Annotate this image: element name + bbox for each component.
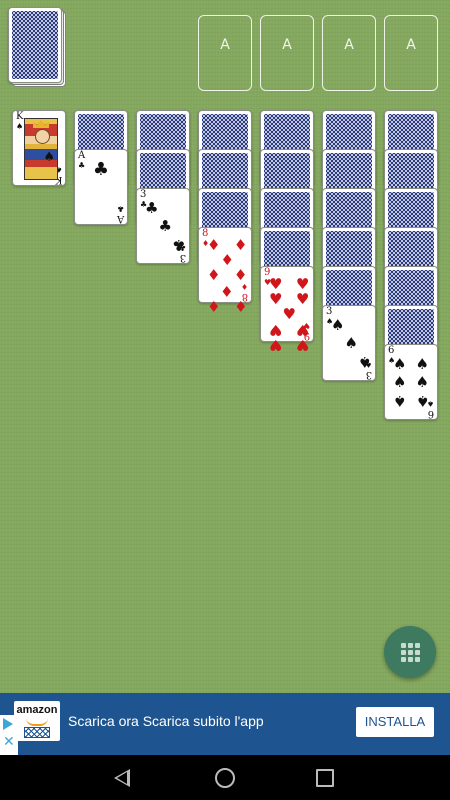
card-pips: ♣ ♣ ♣ xyxy=(145,198,186,254)
ad-close-icon: ✕ xyxy=(3,734,15,750)
adchoices-icon[interactable]: ✕ xyxy=(0,715,18,755)
stock-card-back[interactable] xyxy=(8,7,62,83)
card-pips: ♠ ♠ ♠ ♠ ♠ ♠ xyxy=(393,354,429,410)
install-button[interactable]: INSTALLA xyxy=(356,707,434,737)
card-pips: ♣ xyxy=(92,158,110,180)
foundation-4[interactable]: A xyxy=(384,15,438,91)
king-artwork: ♠ xyxy=(24,118,58,180)
card-A-black[interactable]: A ♣ A ♣ ♣ xyxy=(74,149,128,225)
foundation-1[interactable]: A xyxy=(198,15,252,91)
card-pips: ♦ ♦ ♦ ♦ ♦ ♦ ♦ ♦ xyxy=(207,236,248,316)
card-K-black[interactable]: K ♠ K ♠ ♠ xyxy=(12,110,66,186)
card-pips: ♠ ♠ ♠ xyxy=(331,315,372,371)
cart-icon xyxy=(24,727,50,738)
card-rank: A xyxy=(116,213,124,224)
foundation-3[interactable]: A xyxy=(322,15,376,91)
card-pips: ♥ ♥ ♥ ♥ ♥ ♥ ♥ ♥ ♥ xyxy=(269,275,310,355)
menu-button[interactable] xyxy=(384,626,436,678)
card-8-red[interactable]: 8 ♦ 8 ♦ ♦ ♦ ♦ ♦ ♦ ♦ ♦ ♦ xyxy=(198,227,252,316)
recents-icon[interactable] xyxy=(316,769,334,787)
home-icon[interactable] xyxy=(215,768,235,788)
card-3-black[interactable]: 3 ♣ 3 ♣ ♣ ♣ ♣ xyxy=(136,188,190,264)
system-nav-bar xyxy=(0,755,450,800)
card-suit: ♠ xyxy=(16,122,24,131)
stock-pile[interactable] xyxy=(8,7,66,87)
card-9-red[interactable]: 9 ♥ 9 ♥ ♥ ♥ ♥ ♥ ♥ ♥ ♥ ♥ ♥ xyxy=(260,266,314,355)
card-rank: K xyxy=(16,111,24,122)
back-icon[interactable] xyxy=(114,769,130,787)
card-3-black[interactable]: 3 ♠ 3 ♠ ♠ ♠ ♠ xyxy=(322,305,376,381)
foundation-2[interactable]: A xyxy=(260,15,314,91)
card-6-black[interactable]: 6 ♠ 6 ♠ ♠ ♠ ♠ ♠ ♠ ♠ xyxy=(384,344,438,420)
ad-banner[interactable]: amazon Scarica ora Scarica subito l'app … xyxy=(0,693,450,755)
amazon-logo: amazon xyxy=(14,701,60,741)
ad-text: Scarica ora Scarica subito l'app xyxy=(68,713,264,729)
game-table: A A A A K ♠ K ♠ ♠ A ♣ A ♣ ♣ 3 ♣ 3 ♣ ♣ ♣ ♣ 8 ♦ 8 ♦ ♦ ♦ ♦ ♦ ♦ ♦ ♦ ♦ 9 ♥ 9… xyxy=(0,0,450,693)
grid-menu-icon xyxy=(400,642,406,648)
